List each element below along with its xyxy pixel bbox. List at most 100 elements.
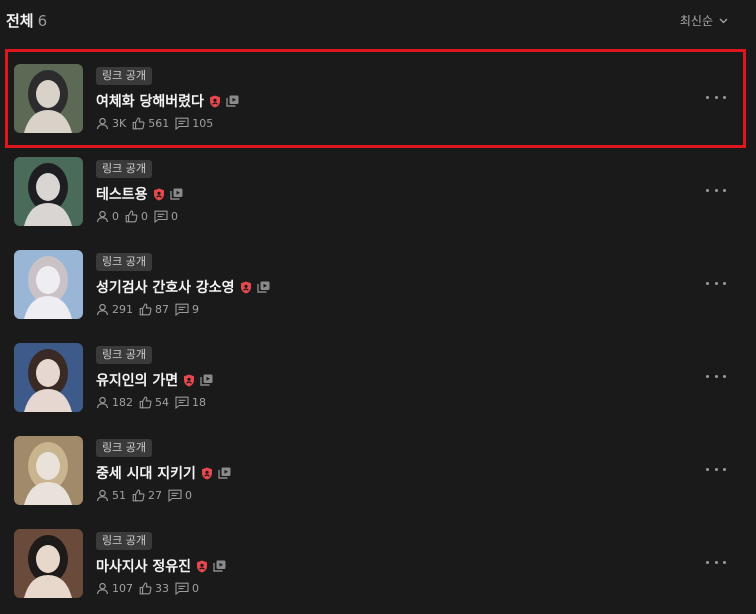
character-title[interactable]: 여체화 당해버렸다 bbox=[96, 91, 204, 111]
character-thumbnail[interactable] bbox=[14, 157, 83, 226]
shield-icon bbox=[209, 95, 221, 108]
visibility-badge: 링크 공개 bbox=[96, 253, 152, 271]
likes-stat: 54 bbox=[139, 396, 169, 409]
character-title[interactable]: 마사지사 정유진 bbox=[96, 556, 191, 576]
character-thumbnail[interactable] bbox=[14, 64, 83, 133]
character-title[interactable]: 유지인의 가면 bbox=[96, 370, 178, 390]
comments-count: 105 bbox=[192, 116, 214, 130]
likes-count: 27 bbox=[148, 488, 162, 502]
comments-count: 9 bbox=[192, 302, 199, 316]
character-thumbnail[interactable] bbox=[14, 343, 83, 412]
views-count: 51 bbox=[112, 488, 126, 502]
item-content: 링크 공개 유지인의 가면 182 54 18 bbox=[96, 343, 676, 409]
thumbs-up-icon bbox=[125, 209, 138, 222]
copy-icon bbox=[218, 467, 231, 479]
views-count: 3K bbox=[112, 116, 127, 130]
title-row: 테스트용 bbox=[96, 185, 676, 203]
views-stat: 291 bbox=[96, 303, 133, 316]
character-thumbnail[interactable] bbox=[14, 250, 83, 319]
shield-icon bbox=[201, 467, 213, 480]
views-count: 0 bbox=[112, 209, 119, 223]
comments-stat: 105 bbox=[175, 117, 213, 130]
comment-icon bbox=[175, 582, 189, 595]
views-stat: 3K bbox=[96, 117, 126, 130]
likes-stat: 0 bbox=[125, 210, 148, 223]
user-icon bbox=[96, 303, 109, 315]
more-options-button[interactable] bbox=[706, 278, 726, 288]
thumbs-up-icon bbox=[139, 302, 152, 315]
list-item[interactable]: 링크 공개 테스트용 0 0 0 bbox=[0, 141, 756, 234]
comments-stat: 18 bbox=[175, 396, 206, 409]
thumbs-up-icon bbox=[132, 116, 145, 129]
comments-count: 18 bbox=[192, 395, 206, 409]
visibility-badge: 링크 공개 bbox=[96, 67, 152, 85]
more-options-button[interactable] bbox=[706, 371, 726, 381]
comments-count: 0 bbox=[171, 209, 178, 223]
likes-stat: 87 bbox=[139, 303, 169, 316]
item-stats: 291 87 9 bbox=[96, 302, 676, 316]
user-icon bbox=[96, 396, 109, 408]
user-icon bbox=[96, 210, 109, 222]
thumbs-up-icon bbox=[139, 581, 152, 594]
copy-icon bbox=[226, 95, 239, 107]
character-thumbnail[interactable] bbox=[14, 436, 83, 505]
item-content: 링크 공개 테스트용 0 0 0 bbox=[96, 157, 676, 223]
title-row: 중세 시대 지키기 bbox=[96, 464, 676, 482]
item-stats: 0 0 0 bbox=[96, 209, 676, 223]
comment-icon bbox=[175, 396, 189, 409]
total-count: 6 bbox=[37, 12, 48, 30]
comments-count: 0 bbox=[192, 581, 199, 595]
visibility-badge: 링크 공개 bbox=[96, 160, 152, 178]
list-item[interactable]: 링크 공개 마사지사 정유진 107 33 0 bbox=[0, 513, 756, 606]
title-row: 여체화 당해버렸다 bbox=[96, 92, 676, 110]
comments-stat: 9 bbox=[175, 303, 199, 316]
views-stat: 51 bbox=[96, 489, 126, 502]
likes-count: 33 bbox=[155, 581, 169, 595]
more-options-button[interactable] bbox=[706, 464, 726, 474]
sort-label: 최신순 bbox=[679, 14, 713, 28]
list-item[interactable]: 링크 공개 유지인의 가면 182 54 18 bbox=[0, 327, 756, 420]
copy-icon bbox=[200, 374, 213, 386]
title-row: 유지인의 가면 bbox=[96, 371, 676, 389]
item-content: 링크 공개 여체화 당해버렸다 3K 561 105 bbox=[96, 64, 676, 130]
comments-stat: 0 bbox=[175, 582, 199, 595]
shield-icon bbox=[196, 560, 208, 573]
user-icon bbox=[96, 582, 109, 594]
title-row: 마사지사 정유진 bbox=[96, 557, 676, 575]
header-title-text: 전체 bbox=[6, 12, 34, 30]
comment-icon bbox=[168, 489, 182, 502]
character-title[interactable]: 성기검사 간호사 강소영 bbox=[96, 277, 235, 297]
views-stat: 182 bbox=[96, 396, 133, 409]
thumbs-up-icon bbox=[132, 488, 145, 501]
likes-count: 561 bbox=[148, 116, 170, 130]
copy-icon bbox=[213, 560, 226, 572]
likes-stat: 27 bbox=[132, 489, 162, 502]
item-content: 링크 공개 마사지사 정유진 107 33 0 bbox=[96, 529, 676, 595]
comment-icon bbox=[154, 210, 168, 223]
visibility-badge: 링크 공개 bbox=[96, 346, 152, 364]
more-options-button[interactable] bbox=[706, 185, 726, 195]
character-list: 링크 공개 여체화 당해버렸다 3K 561 105 링크 공개 테스트용 0 … bbox=[0, 48, 756, 606]
sort-dropdown[interactable]: 최신순 bbox=[680, 12, 728, 29]
views-count: 182 bbox=[112, 395, 133, 409]
title-row: 성기검사 간호사 강소영 bbox=[96, 278, 676, 296]
more-options-button[interactable] bbox=[706, 557, 726, 567]
list-item[interactable]: 링크 공개 중세 시대 지키기 51 27 0 bbox=[0, 420, 756, 513]
character-title[interactable]: 중세 시대 지키기 bbox=[96, 463, 196, 483]
shield-icon bbox=[153, 188, 165, 201]
list-item[interactable]: 링크 공개 성기검사 간호사 강소영 291 87 9 bbox=[0, 234, 756, 327]
item-stats: 3K 561 105 bbox=[96, 116, 676, 130]
list-item[interactable]: 링크 공개 여체화 당해버렸다 3K 561 105 bbox=[0, 48, 756, 148]
likes-count: 0 bbox=[141, 209, 148, 223]
list-header: 전체 6 최신순 bbox=[0, 0, 756, 42]
comments-stat: 0 bbox=[168, 489, 192, 502]
character-thumbnail[interactable] bbox=[14, 529, 83, 598]
views-stat: 0 bbox=[96, 210, 119, 223]
views-count: 291 bbox=[112, 302, 133, 316]
likes-count: 54 bbox=[155, 395, 169, 409]
visibility-badge: 링크 공개 bbox=[96, 439, 152, 457]
character-title[interactable]: 테스트용 bbox=[96, 184, 148, 204]
likes-stat: 561 bbox=[132, 117, 169, 130]
more-options-button[interactable] bbox=[706, 92, 726, 102]
user-icon bbox=[96, 489, 109, 501]
